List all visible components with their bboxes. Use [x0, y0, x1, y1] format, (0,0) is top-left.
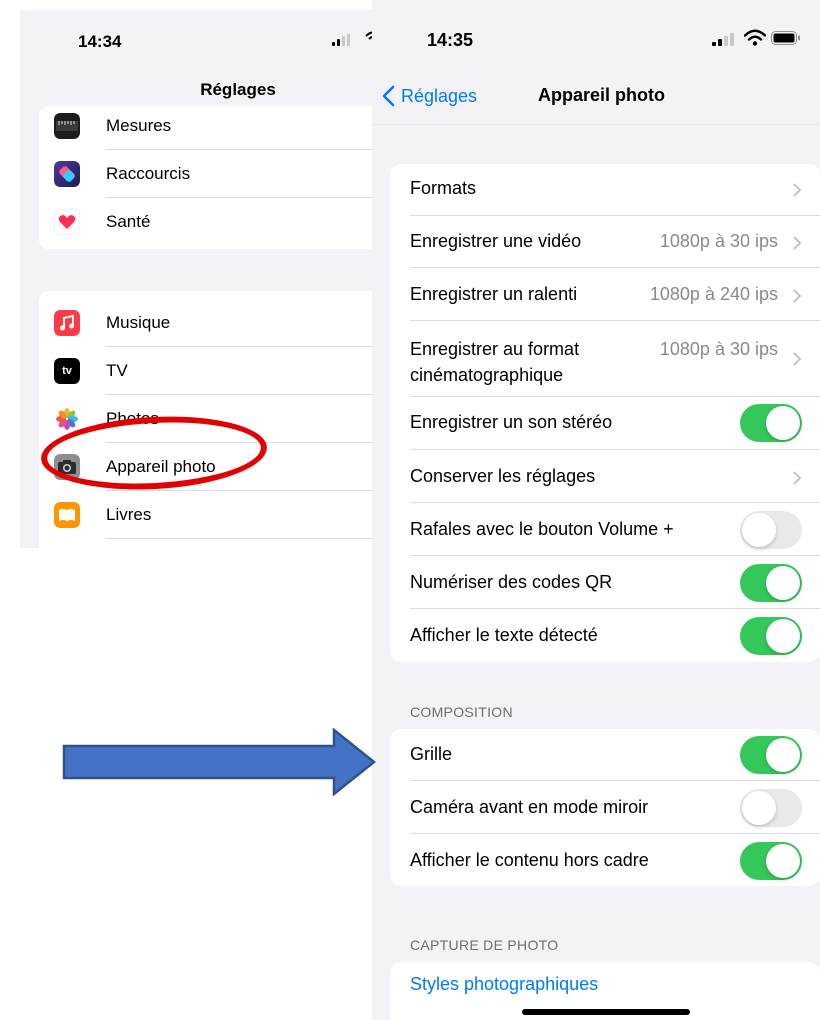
- burst-volume-toggle[interactable]: [740, 511, 802, 549]
- chevron-right-icon: [793, 236, 802, 250]
- tv-icon: tv: [54, 358, 80, 384]
- chevron-right-icon: [793, 352, 802, 366]
- row-label: Caméra avant en mode miroir: [410, 797, 649, 817]
- composition-group: Grille Caméra avant en mode miroir Affic…: [390, 729, 820, 886]
- settings-item-tv[interactable]: tv TV: [39, 347, 372, 395]
- row-label: Afficher le texte détecté: [410, 625, 598, 645]
- battery-icon: [771, 31, 800, 45]
- row-label: Rafales avec le bouton Volume +: [410, 519, 674, 539]
- detected-text-toggle[interactable]: [740, 617, 802, 655]
- settings-item-raccourcis[interactable]: Raccourcis: [39, 150, 372, 198]
- row-value: 1080p à 30 ips: [659, 339, 778, 359]
- outside-frame-toggle[interactable]: [740, 842, 802, 880]
- settings-item-mesures[interactable]: Mesures: [39, 106, 372, 150]
- qr-codes-toggle[interactable]: [740, 564, 802, 602]
- settings-item-podcasts-partial[interactable]: [39, 539, 372, 548]
- chevron-right-icon: [793, 183, 802, 197]
- row-value: 1080p à 30 ips: [659, 231, 778, 251]
- settings-row-format-cinematographique[interactable]: Enregistrer au format cinématographique …: [390, 321, 820, 397]
- measure-icon: [54, 113, 80, 139]
- chevron-left-icon: [382, 85, 395, 107]
- settings-item-label: Raccourcis: [106, 164, 191, 183]
- health-icon: [54, 209, 80, 235]
- right-screenshot: 14:35 Réglages Appareil photo Formats En…: [372, 0, 820, 1020]
- settings-row-enregistrer-video[interactable]: Enregistrer une vidéo 1080p à 30 ips: [390, 216, 820, 268]
- row-label: Afficher le contenu hors cadre: [410, 850, 649, 870]
- row-label: Enregistrer une vidéo: [410, 231, 582, 251]
- page-title: Appareil photo: [538, 85, 665, 105]
- wifi-icon: [365, 31, 372, 40]
- toggle-knob: [766, 619, 800, 653]
- row-label: Conserver les réglages: [410, 466, 596, 486]
- section-header-composition: COMPOSITION: [410, 704, 513, 720]
- settings-item-label: Santé: [106, 212, 151, 231]
- row-label: Numériser des codes QR: [410, 572, 613, 592]
- settings-row-enregistrer-ralenti[interactable]: Enregistrer un ralenti 1080p à 240 ips: [390, 268, 820, 321]
- toggle-knob: [766, 406, 800, 440]
- settings-item-label: Livres: [106, 505, 152, 524]
- tv-icon-text: tv: [62, 365, 72, 377]
- settings-row-texte-detecte: Afficher le texte détecté: [390, 609, 820, 662]
- row-label: Formats: [410, 178, 477, 198]
- settings-row-conserver-reglages[interactable]: Conserver les réglages: [390, 450, 820, 503]
- settings-row-codes-qr: Numériser des codes QR: [390, 556, 820, 609]
- settings-row-formats[interactable]: Formats: [390, 164, 820, 216]
- back-button[interactable]: Réglages: [382, 84, 477, 108]
- toggle-knob: [742, 513, 776, 547]
- grid-toggle[interactable]: [740, 736, 802, 774]
- divider: [372, 124, 820, 125]
- stereo-sound-toggle[interactable]: [740, 404, 802, 442]
- music-icon: [54, 310, 80, 336]
- settings-row-hors-cadre: Afficher le contenu hors cadre: [390, 834, 820, 886]
- settings-row-camera-miroir: Caméra avant en mode miroir: [390, 781, 820, 834]
- row-label: Grille: [410, 744, 453, 764]
- row-label: Enregistrer un ralenti: [410, 284, 578, 304]
- settings-item-sante[interactable]: Santé: [39, 198, 372, 246]
- settings-item-label: Mesures: [106, 116, 172, 135]
- toggle-knob: [766, 844, 800, 878]
- shortcuts-icon: [54, 161, 80, 187]
- settings-row-son-stereo: Enregistrer un son stéréo: [390, 397, 820, 450]
- settings-item-label: TV: [106, 361, 128, 380]
- books-icon: [54, 502, 80, 528]
- signal-icon: [332, 34, 350, 46]
- toggle-knob: [766, 738, 800, 772]
- settings-item-livres[interactable]: Livres: [39, 491, 372, 539]
- status-time: 14:34: [78, 32, 122, 51]
- camera-settings-group: Formats Enregistrer une vidéo 1080p à 30…: [390, 164, 820, 662]
- row-label-line-1: Enregistrer au format: [410, 339, 580, 359]
- chevron-right-icon: [793, 289, 802, 303]
- home-indicator: [522, 1009, 690, 1015]
- status-time: 14:35: [427, 30, 474, 50]
- toggle-knob: [742, 791, 776, 825]
- section-header-capture: CAPTURE DE PHOTO: [410, 937, 559, 953]
- row-label-line-2: cinématographique: [410, 365, 564, 385]
- settings-row-rafales-volume: Rafales avec le bouton Volume +: [390, 503, 820, 556]
- row-value: 1080p à 240 ips: [649, 284, 778, 304]
- settings-item-label: Musique: [106, 313, 171, 332]
- settings-item-musique[interactable]: Musique: [39, 299, 372, 347]
- settings-group-1: Mesures Raccourcis Santé: [39, 106, 372, 249]
- mirror-front-camera-toggle[interactable]: [740, 789, 802, 827]
- signal-icon: [712, 33, 734, 46]
- row-label: Enregistrer un son stéréo: [410, 412, 613, 432]
- chevron-right-icon: [793, 471, 802, 485]
- photos-icon: [54, 406, 80, 432]
- back-button-label: Réglages: [401, 85, 478, 106]
- wifi-icon: [744, 29, 766, 46]
- toggle-knob: [766, 566, 800, 600]
- settings-row-grille: Grille: [390, 729, 820, 781]
- right-arrow-icon: [62, 728, 377, 796]
- photographic-styles-link[interactable]: Styles photographiques: [410, 974, 598, 995]
- page-title: Réglages: [200, 80, 276, 99]
